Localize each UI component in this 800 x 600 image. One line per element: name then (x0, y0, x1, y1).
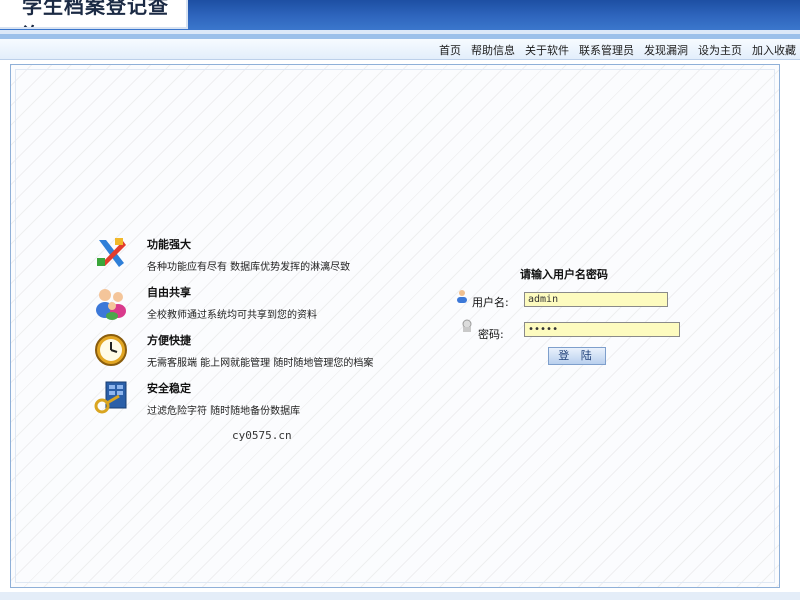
feature-title: 方便快捷 (147, 334, 191, 347)
feature-secure: 安全稳定 过滤危险字符 随时随地备份数据库 (93, 380, 423, 424)
feature-title: 功能强大 (147, 238, 191, 251)
password-input[interactable] (524, 322, 680, 337)
login-button[interactable]: 登 陆 (548, 347, 606, 365)
logo: 学生档案登记查询 (0, 0, 188, 29)
password-label: 密码: (478, 328, 504, 341)
username-label: 用户名: (472, 296, 509, 309)
username-input[interactable] (524, 292, 668, 307)
nav-bar: 首页 帮助信息 关于软件 联系管理员 发现漏洞 设为主页 加入收藏 (0, 39, 800, 60)
footer-strip (0, 592, 800, 600)
feature-convenient: 方便快捷 无需客服端 能上网就能管理 随时随地管理您的档案 (93, 332, 423, 376)
nav-link-add-favorite[interactable]: 加入收藏 (752, 42, 796, 58)
site-domain: cy0575.cn (232, 429, 292, 442)
clock-icon (93, 332, 129, 368)
feature-desc: 各种功能应有尽有 数据库优势发挥的淋漓尽致 (147, 262, 351, 273)
feature-title: 自由共享 (147, 286, 191, 299)
feature-title: 安全稳定 (147, 382, 191, 395)
nav-link-home[interactable]: 首页 (439, 42, 461, 58)
feature-desc: 无需客服端 能上网就能管理 随时随地管理您的档案 (147, 358, 374, 369)
feature-desc: 过滤危险字符 随时随地备份数据库 (147, 406, 301, 417)
logo-text: 学生档案登记查询 (22, 0, 169, 27)
nav-link-help[interactable]: 帮助信息 (471, 42, 515, 58)
feature-sharing: 自由共享 全校教师通过系统均可共享到您的资料 (93, 284, 423, 328)
tools-icon (93, 236, 129, 272)
feature-powerful: 功能强大 各种功能应有尽有 数据库优势发挥的淋漓尽致 (93, 236, 423, 280)
feature-desc: 全校教师通过系统均可共享到您的资料 (147, 310, 317, 321)
nav-link-set-homepage[interactable]: 设为主页 (698, 42, 742, 58)
user-icon (455, 288, 469, 303)
users-icon (93, 284, 129, 320)
login-title: 请输入用户名密码 (520, 268, 608, 281)
nav-link-report-bug[interactable]: 发现漏洞 (644, 42, 688, 58)
lock-icon (460, 318, 474, 332)
nav-links: 首页 帮助信息 关于软件 联系管理员 发现漏洞 设为主页 加入收藏 (439, 42, 796, 58)
nav-link-about[interactable]: 关于软件 (525, 42, 569, 58)
security-key-icon (93, 380, 129, 416)
nav-link-contact-admin[interactable]: 联系管理员 (579, 42, 634, 58)
